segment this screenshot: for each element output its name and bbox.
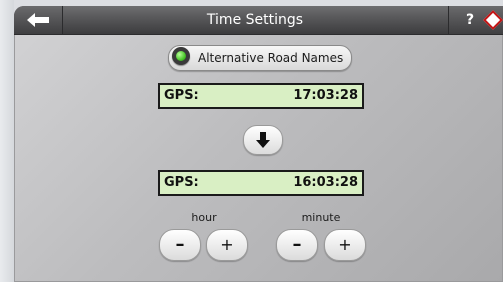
back-button[interactable] <box>14 6 63 34</box>
hour-minus-button[interactable]: – <box>159 229 201 261</box>
gps-original-label: GPS: <box>164 88 199 103</box>
arrow-left-icon <box>27 13 49 27</box>
help-label: ? <box>466 12 475 28</box>
arrow-down-icon <box>256 132 270 148</box>
minute-minus-button[interactable]: – <box>276 229 318 261</box>
convert-button[interactable] <box>243 125 283 155</box>
toggle-label: Alternative Road Names <box>198 51 344 65</box>
hour-plus-button[interactable]: + <box>206 229 248 261</box>
background-edge <box>0 0 14 282</box>
gps-original-time: 17:03:28 <box>293 88 358 103</box>
hour-label: hour <box>191 211 217 224</box>
minute-label: minute <box>301 211 341 224</box>
gps-adjusted-time: 16:03:28 <box>293 175 358 190</box>
minute-plus-button[interactable]: + <box>324 229 366 261</box>
gps-adjusted-label: GPS: <box>164 175 199 190</box>
toggle-indicator-light <box>176 51 186 61</box>
page-title: Time Settings <box>206 12 304 28</box>
